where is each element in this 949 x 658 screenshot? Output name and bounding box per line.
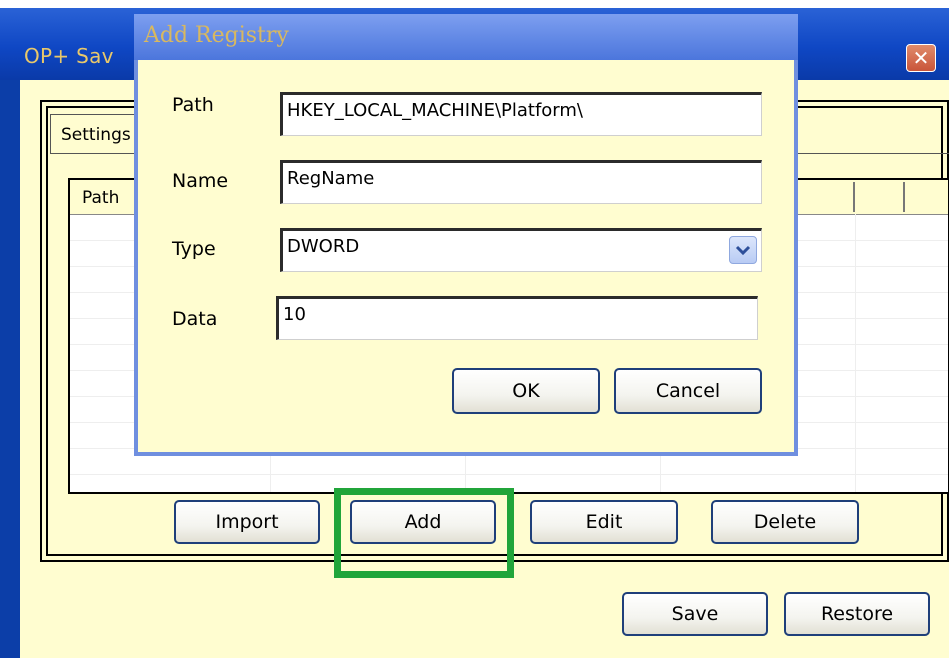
type-label: Type <box>172 238 216 260</box>
name-field[interactable]: RegName <box>280 160 762 204</box>
ok-button[interactable]: OK <box>452 368 600 414</box>
cancel-button[interactable]: Cancel <box>614 368 762 414</box>
path-field[interactable]: HKEY_LOCAL_MACHINE\Platform\ <box>280 92 762 136</box>
dialog-body: Path HKEY_LOCAL_MACHINE\Platform\ Name R… <box>134 60 798 456</box>
chevron-down-icon[interactable] <box>729 236 757 264</box>
restore-button[interactable]: Restore <box>784 592 930 636</box>
highlight-box <box>334 488 514 578</box>
column-separator[interactable] <box>853 182 855 212</box>
dialog-title: Add Registry <box>144 23 289 48</box>
edit-button[interactable]: Edit <box>530 500 678 544</box>
window-title: OP+ Sav <box>24 44 114 68</box>
type-dropdown-value: DWORD <box>287 236 360 257</box>
save-button[interactable]: Save <box>622 592 768 636</box>
data-label: Data <box>172 308 218 330</box>
delete-button[interactable]: Delete <box>711 500 859 544</box>
tab-settings-label: Settings <box>61 125 131 145</box>
dialog-titlebar[interactable]: Add Registry <box>134 14 798 60</box>
window-left-border <box>0 80 20 658</box>
data-field[interactable]: 10 <box>276 296 758 340</box>
import-button[interactable]: Import <box>174 500 320 544</box>
close-button[interactable]: ✕ <box>906 44 936 72</box>
type-dropdown[interactable]: DWORD <box>280 228 762 272</box>
column-header-path[interactable]: Path <box>82 188 119 208</box>
name-label: Name <box>172 170 229 192</box>
column-separator[interactable] <box>903 182 905 212</box>
add-registry-dialog: Add Registry Path HKEY_LOCAL_MACHINE\Pla… <box>134 14 798 456</box>
close-icon: ✕ <box>912 46 930 70</box>
path-label: Path <box>172 94 214 116</box>
